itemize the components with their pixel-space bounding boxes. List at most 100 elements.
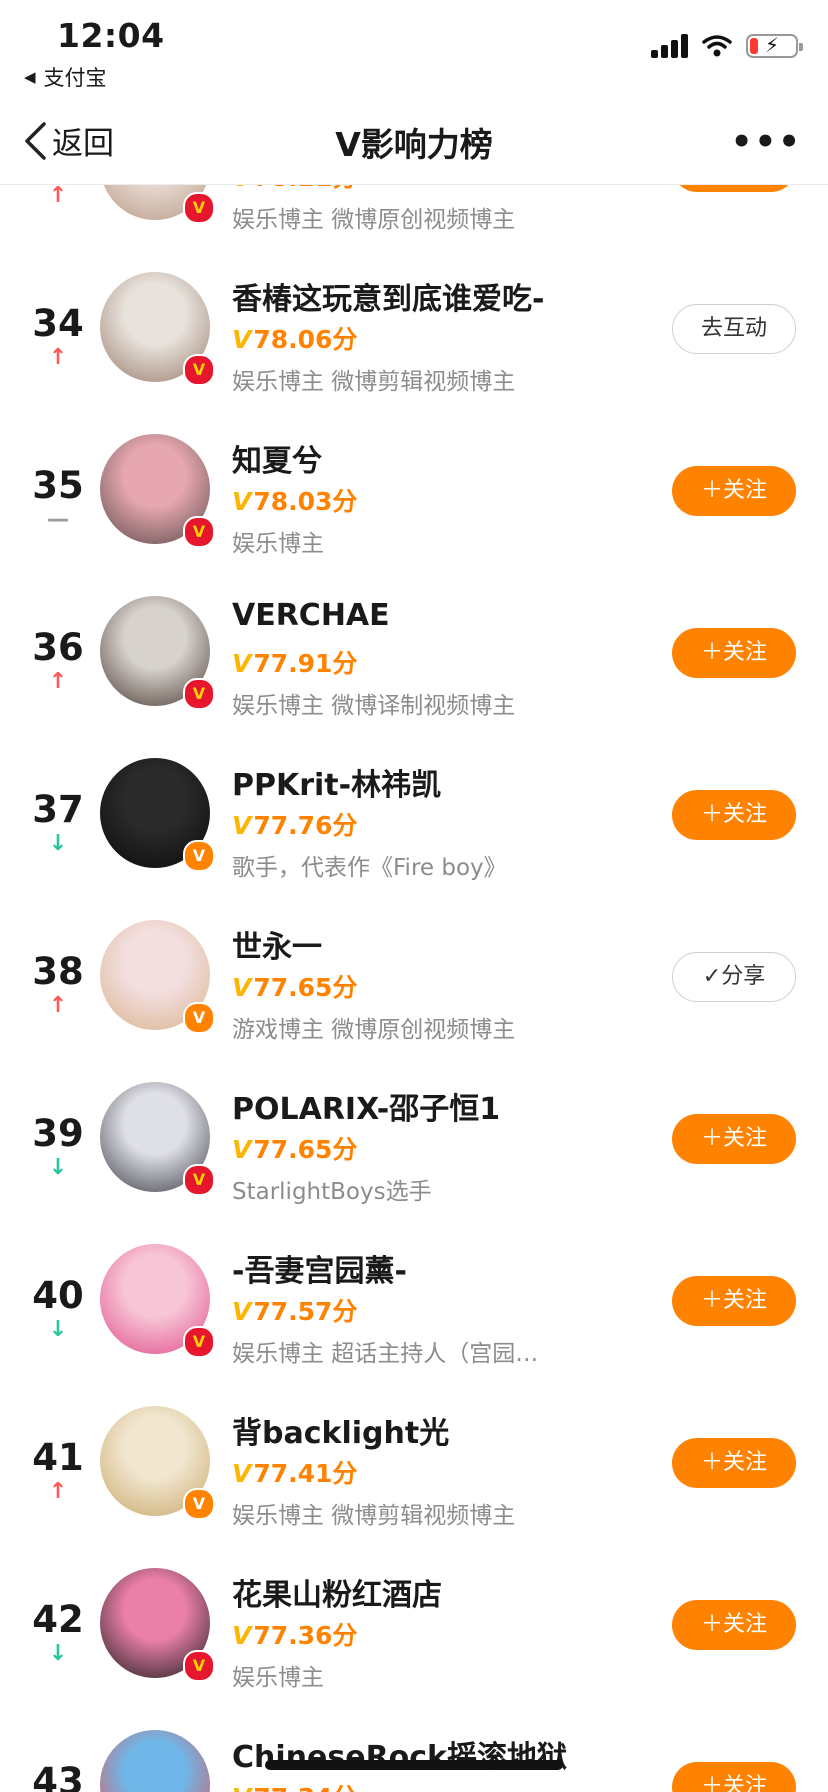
page-title: V影响力榜	[335, 125, 493, 164]
avatar[interactable]	[100, 1730, 210, 1792]
user-name[interactable]: 知夏兮	[232, 436, 322, 480]
back-app-label: 支付宝	[43, 66, 107, 90]
rank-number: 35	[32, 464, 84, 507]
score-value: 77.91分	[253, 649, 358, 678]
cellular-signal-icon	[651, 34, 688, 58]
trend-down-icon: ↓	[48, 831, 68, 856]
follow-button[interactable]: ＋关注	[672, 1276, 796, 1326]
score-value: 77.57分	[253, 1297, 358, 1326]
user-name[interactable]: 背backlight光	[232, 1408, 449, 1452]
verified-v-icon: V	[183, 1326, 215, 1358]
trend-up-icon: ↑	[48, 1479, 68, 1504]
rank-number: 40	[32, 1274, 84, 1317]
influence-score: V77.36分	[232, 1616, 357, 1652]
rank-row[interactable]: 43↑VChineseRock摇滚地狱V77.34分＋关注	[0, 1700, 828, 1792]
wifi-icon	[702, 35, 732, 57]
trend-up-icon: ↑	[48, 183, 68, 208]
trend-up-icon: ↑	[48, 345, 68, 370]
influence-score: V77.41分	[232, 1454, 357, 1490]
user-name[interactable]: PPKrit-林祎凯	[232, 760, 441, 804]
user-name[interactable]: -吾妻宫园薰-	[232, 1246, 407, 1290]
back-to-app-link[interactable]: ◀ 支付宝	[24, 62, 107, 92]
user-description: 娱乐博主 超话主持人（宫园…	[232, 1341, 539, 1367]
score-value: 78.06分	[253, 325, 358, 354]
v-score-icon: V	[232, 1459, 252, 1488]
score-value: 77.65分	[253, 1135, 358, 1164]
ranking-list[interactable]: 33↑VV78.21分娱乐博主 微博原创视频博主＋关注34↑V香椿这玩意到底谁爱…	[0, 100, 828, 1792]
score-value: 77.41分	[253, 1459, 358, 1488]
score-value: 77.34分	[253, 1783, 357, 1792]
user-description: 娱乐博主 微博译制视频博主	[232, 693, 516, 719]
v-score-icon: V	[232, 1621, 252, 1650]
follow-button[interactable]: ＋关注	[672, 466, 796, 516]
score-value: 77.76分	[253, 811, 358, 840]
rank-row[interactable]: 42 ↓ V 花果山粉红酒店 V77.36分 娱乐博主 ＋关注	[0, 1538, 828, 1700]
user-description: 娱乐博主	[232, 1665, 324, 1691]
verified-v-icon: V	[183, 1488, 215, 1520]
follow-button[interactable]: ＋关注	[672, 790, 796, 840]
v-score-icon: V	[232, 487, 252, 516]
v-score-icon: V	[232, 1135, 252, 1164]
rank-number: 34	[32, 302, 84, 345]
v-score-icon: V	[232, 649, 252, 678]
follow-button[interactable]: ＋关注	[672, 628, 796, 678]
follow-button[interactable]: ＋关注	[672, 1438, 796, 1488]
status-bar: 12:04 ◀ 支付宝 ⚡	[0, 0, 828, 100]
rank-row[interactable]: 38 ↑ V 世永一 V77.65分 游戏博主 微博原创视频博主 ✓分享	[0, 890, 828, 1052]
user-description: 娱乐博主	[232, 531, 324, 557]
influence-score: V77.57分	[232, 1292, 357, 1328]
user-name[interactable]: 香椿这玩意到底谁爱吃-	[232, 274, 544, 318]
rank-row[interactable]: 37 ↓ V PPKrit-林祎凯 V77.76分歌手，代表作《Fire boy》 ＋关注	[0, 728, 828, 890]
user-description: 歌手，代表作《Fire boy》	[232, 855, 507, 881]
trend-same-icon: —	[47, 507, 69, 532]
v-score-icon: V	[232, 973, 252, 1002]
rank-row[interactable]: 35— V 知夏兮 V78.03分 娱乐博主 ＋关注	[0, 404, 828, 566]
user-name[interactable]: 花果山粉红酒店	[232, 1570, 442, 1614]
interact-button[interactable]: 去互动	[672, 304, 796, 354]
more-options-icon[interactable]: •••	[731, 122, 802, 162]
navigation-bar: 返回 V影响力榜 •••	[0, 100, 828, 185]
influence-score: V77.76分	[232, 806, 357, 842]
verified-v-icon: V	[183, 1650, 215, 1682]
share-button[interactable]: ✓分享	[672, 952, 796, 1002]
trend-down-icon: ↓	[48, 1641, 68, 1666]
verified-v-icon: V	[183, 516, 215, 548]
verified-v-icon: V	[183, 1164, 215, 1196]
rank-number: 41	[32, 1436, 84, 1479]
rank-row[interactable]: 36 ↑ V VERCHAE V77.91分 娱乐博主 微博译制视频博主 ＋关注	[0, 566, 828, 728]
trend-down-icon: ↓	[48, 1155, 68, 1180]
v-score-icon: V	[232, 811, 252, 840]
user-name[interactable]: POLARIX-邵子恒1	[232, 1084, 500, 1128]
rank-number: 37	[32, 788, 84, 831]
follow-button[interactable]: ＋关注	[672, 1762, 796, 1792]
v-score-icon: V	[232, 325, 252, 354]
influence-score: V77.91分	[232, 644, 357, 680]
user-description: 娱乐博主 微博原创视频博主	[232, 207, 516, 233]
influence-score: V78.06分	[232, 320, 357, 356]
rank-number: 39	[32, 1112, 84, 1155]
user-description: 娱乐博主 微博剪辑视频博主	[232, 369, 516, 395]
influence-score: V77.65分	[232, 1130, 357, 1166]
score-value: 77.65分	[253, 973, 358, 1002]
battery-icon: ⚡	[746, 33, 803, 58]
back-triangle-icon: ◀	[24, 68, 36, 86]
trend-up-icon: ↑	[48, 993, 68, 1018]
status-time: 12:04	[57, 16, 165, 55]
verified-v-icon: V	[183, 354, 215, 386]
influence-score: V77.34分	[232, 1778, 357, 1792]
v-score-icon: V	[232, 1783, 251, 1792]
verified-v-icon: V	[183, 192, 215, 224]
rank-number: 43	[32, 1760, 84, 1792]
follow-button[interactable]: ＋关注	[672, 1114, 796, 1164]
rank-number: 38	[32, 950, 84, 993]
user-name[interactable]: VERCHAE	[232, 598, 390, 633]
user-description: StarlightBoys选手	[232, 1179, 432, 1205]
rank-row[interactable]: 34 ↑ V 香椿这玩意到底谁爱吃- V78.06分 娱乐博主 微博剪辑视频博主 去互动	[0, 242, 828, 404]
rank-row[interactable]: 39 ↓ V POLARIX-邵子恒1 V77.65分 StarlightBoys选手 ＋关…	[0, 1052, 828, 1214]
trend-up-icon: ↑	[48, 669, 68, 694]
rank-row[interactable]: 40 ↓ V -吾妻宫园薰- V77.57分 娱乐博主 超话主持人（宫园… ＋关注	[0, 1214, 828, 1376]
verified-v-icon: V	[183, 1002, 215, 1034]
rank-row[interactable]: 41 ↑ V 背backlight光 V77.41分 娱乐博主 微博剪辑视频博主 ＋关注	[0, 1376, 828, 1538]
follow-button[interactable]: ＋关注	[672, 1600, 796, 1650]
user-name[interactable]: 世永一	[232, 922, 322, 966]
